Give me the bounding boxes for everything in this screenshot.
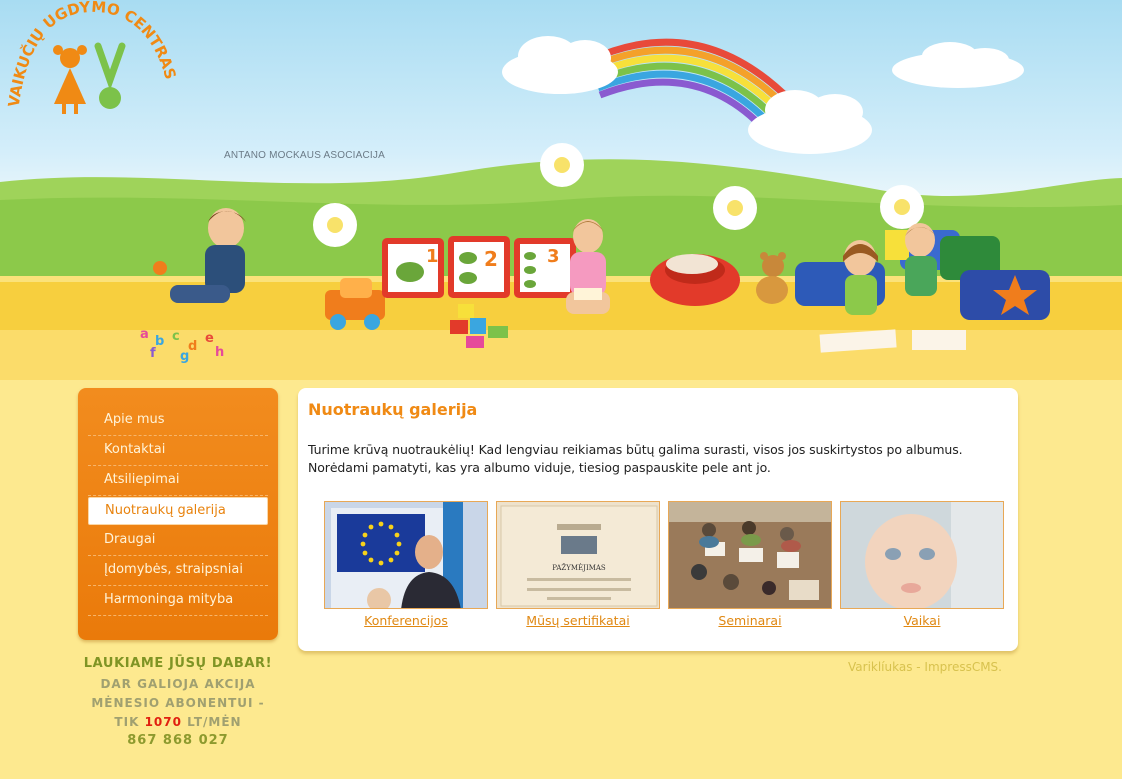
svg-text:1: 1 [426, 246, 439, 267]
number-blocks-illustration: 1 2 3 [382, 236, 576, 298]
svg-text:c: c [172, 329, 180, 344]
page-title: Nuotraukų galerija [308, 400, 478, 419]
album-caption[interactable]: Konferencijos [364, 613, 448, 628]
promo-line-3: MĖNESIO ABONENTUI - [91, 696, 265, 710]
svg-text:b: b [155, 334, 164, 349]
menu-item-apie-mus[interactable]: Apie mus [88, 406, 268, 436]
logo-icon: VAIKUČIŲ UGDYMO CENTRAS [5, 0, 180, 114]
rainbow-icon [588, 38, 793, 123]
album-thumbnail[interactable] [840, 501, 1004, 609]
promo-price: 1070 [144, 715, 182, 729]
album-grid: Konferencijos PAŽYMĖJIMAS Mūsų sertifika… [324, 501, 1004, 631]
promo-headline: LAUKIAME JŪSŲ DABAR! [83, 656, 273, 671]
album-thumbnail[interactable] [668, 501, 832, 609]
promo-line-4-suffix: LT/MĖN [187, 715, 242, 729]
svg-text:2: 2 [484, 247, 498, 271]
album-vaikai[interactable]: Vaikai [840, 501, 1004, 629]
album-thumbnail[interactable] [324, 501, 488, 609]
menu-item-draugai[interactable]: Draugai [88, 526, 268, 556]
promo-block: LAUKIAME JŪSŲ DABAR! DAR GALIOJA AKCIJA … [78, 656, 278, 748]
certificate-title: PAŽYMĖJIMAS [552, 563, 606, 572]
album-caption[interactable]: Mūsų sertifikatai [526, 613, 629, 628]
svg-text:VAIKUČIŲ UGDYMO CENTRAS: VAIKUČIŲ UGDYMO CENTRAS [5, 0, 180, 108]
svg-text:3: 3 [547, 246, 560, 267]
menu-item-nuotrauku-galerija[interactable]: Nuotraukų galerija [88, 497, 268, 525]
album-musu-sertifikatai[interactable]: PAŽYMĖJIMAS Mūsų sertifikatai [496, 501, 660, 629]
menu-item-atsiliepimai[interactable]: Atsiliepimai [88, 466, 268, 496]
promo-phone: 867 868 027 [127, 733, 229, 748]
gallery-intro: Turime krūvą nuotraukėlių! Kad lengviau … [308, 442, 963, 475]
footer-credit[interactable]: Variklíukas - ImpressCMS. [848, 660, 1002, 674]
svg-text:d: d [188, 339, 197, 354]
logo-title-text: VAIKUČIŲ UGDYMO CENTRAS [5, 0, 180, 108]
promo-text: DAR GALIOJA AKCIJA MĖNESIO ABONENTUI - T… [78, 675, 278, 732]
logo-subtitle: ANTANO MOCKAUS ASOCIACIJA [224, 150, 385, 161]
content-panel: Nuotraukų galerija Turime krūvą nuotrauk… [298, 388, 1018, 651]
promo-line-4-prefix: TIK [114, 715, 140, 729]
album-thumbnail[interactable]: PAŽYMĖJIMAS [496, 501, 660, 609]
menu-item-harmoninga-mityba[interactable]: Harmoninga mityba [88, 586, 268, 616]
album-caption[interactable]: Vaikai [904, 613, 941, 628]
menu-item-idomybes[interactable]: Įdomybės, straipsniai [88, 556, 268, 586]
svg-text:a: a [140, 327, 149, 342]
promo-line-2: DAR GALIOJA AKCIJA [100, 677, 256, 691]
header-banner: ab cd e f g h 1 2 3 VAIKUČIŲ UGDYMO CENTRA… [0, 0, 1122, 380]
svg-text:e: e [205, 331, 214, 346]
menu-item-kontaktai[interactable]: Kontaktai [88, 436, 268, 466]
beanbag-illustration [650, 254, 740, 306]
sidebar-menu: Apie mus Kontaktai Atsiliepimai Nuotrauk… [78, 388, 278, 640]
album-konferencijos[interactable]: Konferencijos [324, 501, 488, 629]
svg-text:g: g [180, 349, 189, 364]
svg-text:h: h [215, 345, 224, 360]
album-seminarai[interactable]: Seminarai [668, 501, 832, 629]
svg-text:f: f [150, 346, 156, 361]
album-caption[interactable]: Seminarai [718, 613, 781, 628]
